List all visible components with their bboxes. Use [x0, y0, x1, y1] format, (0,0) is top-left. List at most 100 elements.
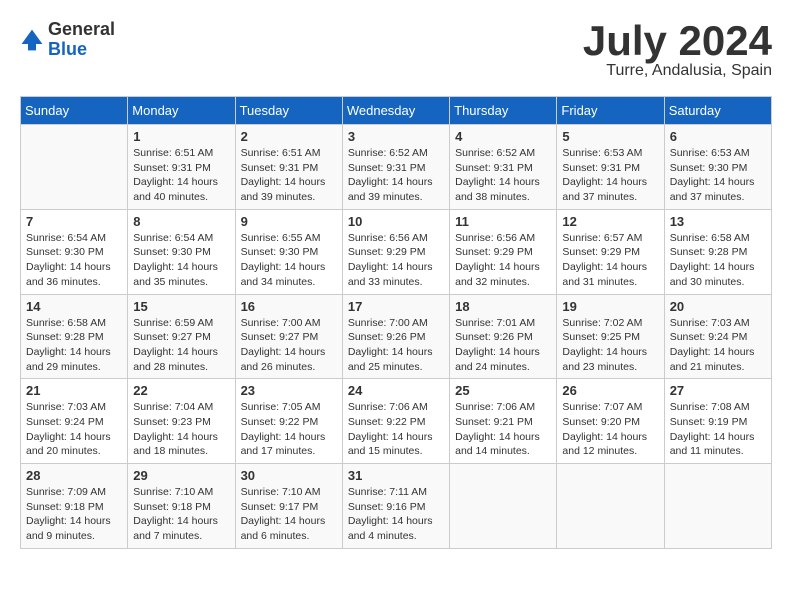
day-header-friday: Friday	[557, 97, 664, 125]
day-number: 25	[455, 383, 551, 398]
logo-icon	[20, 28, 44, 52]
day-number: 31	[348, 468, 444, 483]
day-info: Sunrise: 6:53 AM Sunset: 9:30 PM Dayligh…	[670, 146, 766, 205]
day-header-sunday: Sunday	[21, 97, 128, 125]
week-row-2: 7 Sunrise: 6:54 AM Sunset: 9:30 PM Daylig…	[21, 209, 772, 294]
day-info: Sunrise: 7:00 AM Sunset: 9:26 PM Dayligh…	[348, 316, 444, 375]
day-number: 1	[133, 129, 229, 144]
day-number: 3	[348, 129, 444, 144]
day-number: 30	[241, 468, 337, 483]
day-info: Sunrise: 6:55 AM Sunset: 9:30 PM Dayligh…	[241, 231, 337, 290]
calendar-cell: 13 Sunrise: 6:58 AM Sunset: 9:28 PM Dayli…	[664, 209, 771, 294]
day-number: 16	[241, 299, 337, 314]
day-number: 29	[133, 468, 229, 483]
day-info: Sunrise: 7:11 AM Sunset: 9:16 PM Dayligh…	[348, 485, 444, 544]
logo-text: General Blue	[48, 20, 115, 60]
day-info: Sunrise: 7:09 AM Sunset: 9:18 PM Dayligh…	[26, 485, 122, 544]
calendar-cell: 9 Sunrise: 6:55 AM Sunset: 9:30 PM Daylig…	[235, 209, 342, 294]
calendar-cell: 30 Sunrise: 7:10 AM Sunset: 9:17 PM Dayli…	[235, 464, 342, 549]
day-number: 5	[562, 129, 658, 144]
calendar-cell: 8Sunrise: 6:54 AM Sunset: 9:30 PM Daylig…	[128, 209, 235, 294]
day-number: 9	[241, 214, 337, 229]
day-info: Sunrise: 7:03 AM Sunset: 9:24 PM Dayligh…	[670, 316, 766, 375]
day-number: 7	[26, 214, 122, 229]
day-info: Sunrise: 6:56 AM Sunset: 9:29 PM Dayligh…	[455, 231, 551, 290]
calendar-cell: 12Sunrise: 6:57 AM Sunset: 9:29 PM Dayli…	[557, 209, 664, 294]
calendar-cell: 24 Sunrise: 7:06 AM Sunset: 9:22 PM Dayli…	[342, 379, 449, 464]
day-info: Sunrise: 6:51 AM Sunset: 9:31 PM Dayligh…	[133, 146, 229, 205]
day-number: 21	[26, 383, 122, 398]
calendar-cell: 10Sunrise: 6:56 AM Sunset: 9:29 PM Dayli…	[342, 209, 449, 294]
calendar-cell: 1 Sunrise: 6:51 AM Sunset: 9:31 PM Daylig…	[128, 125, 235, 210]
day-header-wednesday: Wednesday	[342, 97, 449, 125]
calendar-cell: 26 Sunrise: 7:07 AM Sunset: 9:20 PM Dayli…	[557, 379, 664, 464]
day-info: Sunrise: 7:06 AM Sunset: 9:22 PM Dayligh…	[348, 400, 444, 459]
calendar-cell: 23Sunrise: 7:05 AM Sunset: 9:22 PM Dayli…	[235, 379, 342, 464]
calendar-cell: 11Sunrise: 6:56 AM Sunset: 9:29 PM Dayli…	[450, 209, 557, 294]
day-info: Sunrise: 6:58 AM Sunset: 9:28 PM Dayligh…	[670, 231, 766, 290]
day-number: 8	[133, 214, 229, 229]
day-info: Sunrise: 6:58 AM Sunset: 9:28 PM Dayligh…	[26, 316, 122, 375]
title-section: July 2024 Turre, Andalusia, Spain	[583, 20, 772, 80]
page-header: General Blue July 2024 Turre, Andalusia,…	[20, 20, 772, 80]
day-number: 18	[455, 299, 551, 314]
calendar-cell: 15Sunrise: 6:59 AM Sunset: 9:27 PM Dayli…	[128, 294, 235, 379]
week-row-3: 14 Sunrise: 6:58 AM Sunset: 9:28 PM Dayli…	[21, 294, 772, 379]
calendar-cell: 20 Sunrise: 7:03 AM Sunset: 9:24 PM Dayli…	[664, 294, 771, 379]
calendar-cell: 18 Sunrise: 7:01 AM Sunset: 9:26 PM Dayli…	[450, 294, 557, 379]
calendar-table: SundayMondayTuesdayWednesdayThursdayFrid…	[20, 96, 772, 549]
day-number: 20	[670, 299, 766, 314]
calendar-cell: 6 Sunrise: 6:53 AM Sunset: 9:30 PM Daylig…	[664, 125, 771, 210]
calendar-cell: 2 Sunrise: 6:51 AM Sunset: 9:31 PM Daylig…	[235, 125, 342, 210]
day-header-thursday: Thursday	[450, 97, 557, 125]
calendar-cell: 14 Sunrise: 6:58 AM Sunset: 9:28 PM Dayli…	[21, 294, 128, 379]
day-info: Sunrise: 6:51 AM Sunset: 9:31 PM Dayligh…	[241, 146, 337, 205]
logo-general: General	[48, 20, 115, 40]
day-info: Sunrise: 7:08 AM Sunset: 9:19 PM Dayligh…	[670, 400, 766, 459]
calendar-cell	[557, 464, 664, 549]
day-info: Sunrise: 7:03 AM Sunset: 9:24 PM Dayligh…	[26, 400, 122, 459]
day-info: Sunrise: 7:01 AM Sunset: 9:26 PM Dayligh…	[455, 316, 551, 375]
day-number: 2	[241, 129, 337, 144]
day-info: Sunrise: 7:05 AM Sunset: 9:22 PM Dayligh…	[241, 400, 337, 459]
day-number: 6	[670, 129, 766, 144]
day-number: 17	[348, 299, 444, 314]
day-info: Sunrise: 6:52 AM Sunset: 9:31 PM Dayligh…	[348, 146, 444, 205]
calendar-cell	[664, 464, 771, 549]
calendar-cell: 5 Sunrise: 6:53 AM Sunset: 9:31 PM Daylig…	[557, 125, 664, 210]
day-header-saturday: Saturday	[664, 97, 771, 125]
day-number: 27	[670, 383, 766, 398]
day-info: Sunrise: 7:07 AM Sunset: 9:20 PM Dayligh…	[562, 400, 658, 459]
day-number: 26	[562, 383, 658, 398]
day-info: Sunrise: 7:10 AM Sunset: 9:17 PM Dayligh…	[241, 485, 337, 544]
week-row-4: 21 Sunrise: 7:03 AM Sunset: 9:24 PM Dayli…	[21, 379, 772, 464]
calendar-cell: 28 Sunrise: 7:09 AM Sunset: 9:18 PM Dayli…	[21, 464, 128, 549]
calendar-cell: 19Sunrise: 7:02 AM Sunset: 9:25 PM Dayli…	[557, 294, 664, 379]
day-info: Sunrise: 6:53 AM Sunset: 9:31 PM Dayligh…	[562, 146, 658, 205]
day-number: 22	[133, 383, 229, 398]
logo-blue: Blue	[48, 40, 115, 60]
calendar-cell: 3 Sunrise: 6:52 AM Sunset: 9:31 PM Daylig…	[342, 125, 449, 210]
day-number: 24	[348, 383, 444, 398]
calendar-cell: 4Sunrise: 6:52 AM Sunset: 9:31 PM Daylig…	[450, 125, 557, 210]
day-info: Sunrise: 6:54 AM Sunset: 9:30 PM Dayligh…	[26, 231, 122, 290]
day-number: 10	[348, 214, 444, 229]
day-header-tuesday: Tuesday	[235, 97, 342, 125]
day-info: Sunrise: 7:10 AM Sunset: 9:18 PM Dayligh…	[133, 485, 229, 544]
day-number: 14	[26, 299, 122, 314]
calendar-cell	[21, 125, 128, 210]
calendar-cell: 16Sunrise: 7:00 AM Sunset: 9:27 PM Dayli…	[235, 294, 342, 379]
calendar-cell	[450, 464, 557, 549]
main-title: July 2024	[583, 20, 772, 62]
day-header-monday: Monday	[128, 97, 235, 125]
day-number: 12	[562, 214, 658, 229]
logo: General Blue	[20, 20, 115, 60]
day-number: 13	[670, 214, 766, 229]
day-number: 28	[26, 468, 122, 483]
day-info: Sunrise: 7:04 AM Sunset: 9:23 PM Dayligh…	[133, 400, 229, 459]
day-info: Sunrise: 7:06 AM Sunset: 9:21 PM Dayligh…	[455, 400, 551, 459]
day-info: Sunrise: 6:59 AM Sunset: 9:27 PM Dayligh…	[133, 316, 229, 375]
header-row: SundayMondayTuesdayWednesdayThursdayFrid…	[21, 97, 772, 125]
calendar-cell: 31 Sunrise: 7:11 AM Sunset: 9:16 PM Dayli…	[342, 464, 449, 549]
day-number: 4	[455, 129, 551, 144]
